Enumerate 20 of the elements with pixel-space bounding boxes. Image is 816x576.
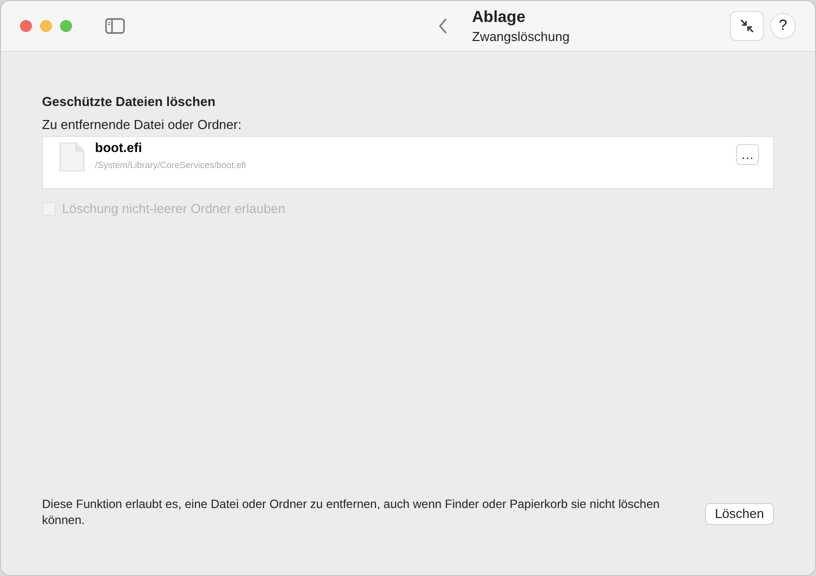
browse-button[interactable]: …: [736, 144, 759, 165]
back-icon[interactable]: [438, 18, 448, 34]
sidebar-icon[interactable]: [105, 18, 125, 34]
help-button[interactable]: ?: [770, 13, 796, 39]
zoom-icon[interactable]: [60, 20, 72, 32]
delete-button[interactable]: Löschen: [704, 502, 774, 524]
description-text: Diese Funktion erlaubt es, eine Datei oder Ordner zu entfernen, auch wenn Finder oder Papierkorb sie nicht löschen können.: [42, 496, 661, 528]
close-icon[interactable]: [20, 20, 32, 32]
section-heading: Geschützte Dateien löschen: [42, 93, 216, 111]
window-subtitle: Zwangslöschung: [472, 28, 570, 46]
file-name: boot.efi: [95, 140, 143, 156]
file-path: /System/Library/CoreServices/boot.efi: [95, 159, 246, 171]
field-label: Zu entfernende Datei oder Ordner:: [42, 116, 242, 134]
minimize-icon[interactable]: [40, 20, 52, 32]
file-field[interactable]: boot.efi /System/Library/CoreServices/boot.efi …: [42, 136, 774, 189]
window-title: Ablage: [472, 8, 526, 28]
checkbox-label: Löschung nicht-leerer Ordner erlauben: [62, 200, 286, 218]
collapse-icon: [739, 18, 755, 34]
document-icon: [59, 142, 85, 172]
collapse-button[interactable]: [730, 11, 764, 41]
